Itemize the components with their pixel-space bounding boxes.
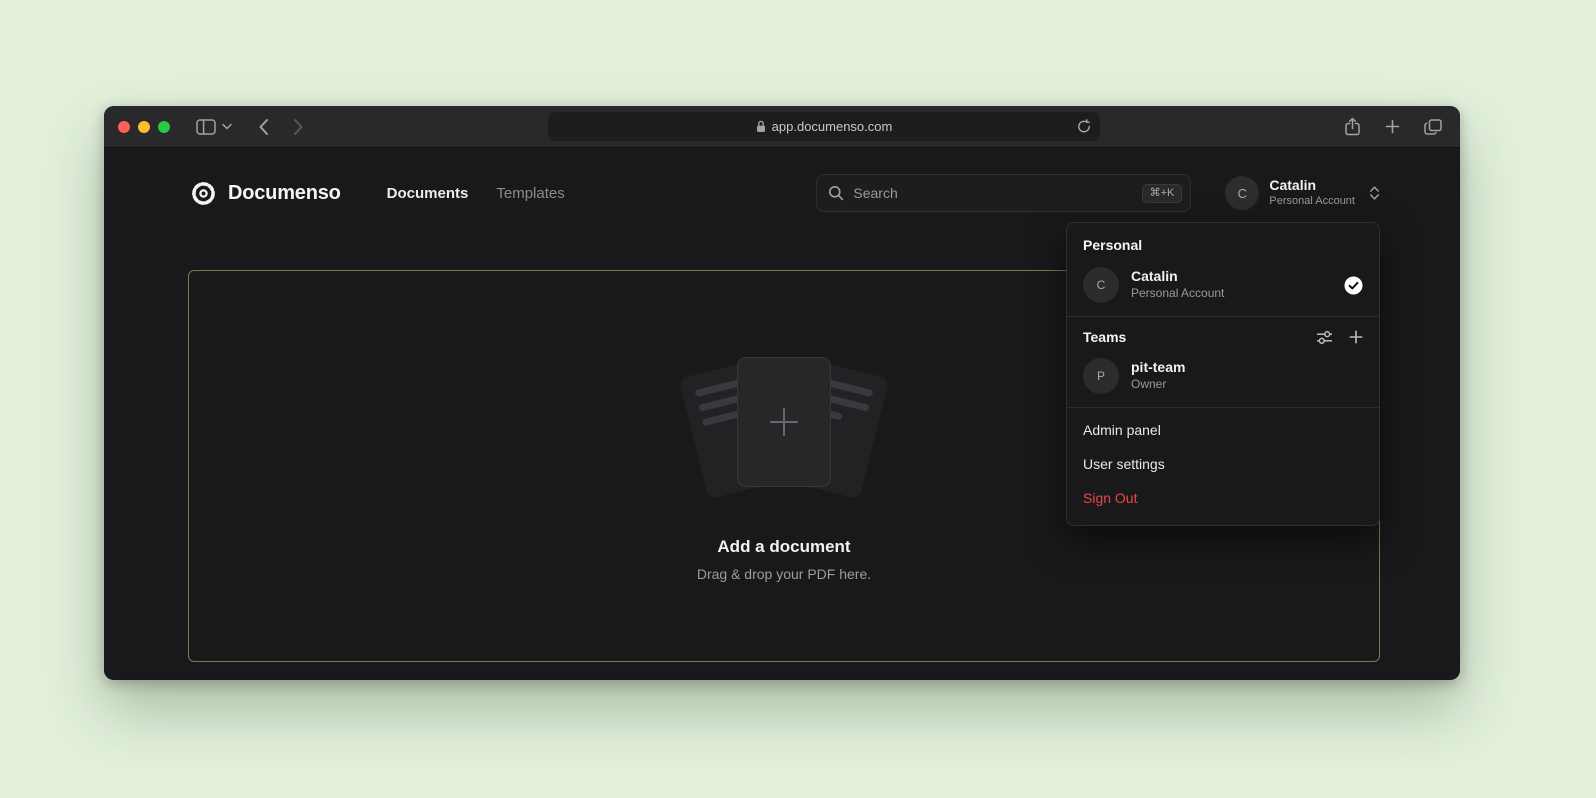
- menu-item-sign-out[interactable]: Sign Out: [1067, 481, 1379, 515]
- browser-window: app.documenso.com: [104, 106, 1460, 680]
- manage-teams-button[interactable]: [1316, 330, 1333, 345]
- teams-section-header: Teams: [1067, 317, 1379, 353]
- traffic-lights: [118, 121, 170, 133]
- create-team-button[interactable]: [1349, 330, 1363, 344]
- main-nav: Documents Templates: [387, 185, 565, 202]
- forward-button[interactable]: [293, 118, 304, 136]
- chevron-up-down-icon: [1369, 185, 1380, 201]
- team-role: Owner: [1131, 377, 1185, 393]
- selected-check-icon: [1344, 276, 1363, 295]
- plus-icon: [767, 405, 801, 439]
- account-type: Personal Account: [1131, 286, 1224, 302]
- tab-overview-button[interactable]: [1424, 119, 1442, 135]
- browser-toolbar: app.documenso.com: [104, 106, 1460, 148]
- account-type: Personal Account: [1269, 194, 1355, 208]
- search-icon: [828, 185, 844, 201]
- lock-icon: [756, 120, 766, 133]
- brand-logo[interactable]: Documenso: [190, 180, 341, 207]
- brand-name: Documenso: [228, 182, 341, 205]
- url-text: app.documenso.com: [772, 119, 893, 134]
- dropzone-title: Add a document: [717, 537, 850, 557]
- team-avatar: P: [1083, 358, 1119, 394]
- account-name: Catalin: [1131, 268, 1224, 286]
- teams-section-label: Teams: [1083, 329, 1126, 345]
- account-dropdown-menu: Personal C Catalin Personal Account Team…: [1066, 222, 1380, 526]
- team-name: pit-team: [1131, 359, 1185, 377]
- sidebar-chevron-down-icon[interactable]: [222, 123, 232, 130]
- sidebar-toggle-button[interactable]: [196, 119, 216, 135]
- personal-section-label: Personal: [1067, 223, 1379, 262]
- personal-account-item[interactable]: C Catalin Personal Account: [1067, 262, 1379, 316]
- menu-item-admin-panel[interactable]: Admin panel: [1067, 413, 1379, 447]
- address-bar[interactable]: app.documenso.com: [548, 112, 1100, 141]
- nav-documents[interactable]: Documents: [387, 185, 469, 202]
- dropzone-subtitle: Drag & drop your PDF here.: [697, 566, 871, 582]
- documenso-logo-icon: [190, 180, 217, 207]
- back-button[interactable]: [258, 118, 269, 136]
- close-window-button[interactable]: [118, 121, 130, 133]
- nav-templates[interactable]: Templates: [496, 185, 564, 202]
- menu-item-user-settings[interactable]: User settings: [1067, 447, 1379, 481]
- team-item[interactable]: P pit-team Owner: [1067, 353, 1379, 407]
- account-menu-button[interactable]: C Catalin Personal Account: [1225, 176, 1380, 210]
- search-shortcut-badge: ⌘+K: [1142, 184, 1183, 203]
- share-button[interactable]: [1344, 117, 1361, 136]
- minimize-window-button[interactable]: [138, 121, 150, 133]
- document-card-center: [737, 357, 831, 487]
- avatar: C: [1225, 176, 1259, 210]
- document-stack-illustration: [676, 351, 892, 503]
- search-bar[interactable]: ⌘+K: [816, 174, 1191, 212]
- refresh-button[interactable]: [1077, 119, 1091, 134]
- documenso-app: Documenso Documents Templates ⌘+K C Cata…: [104, 148, 1460, 679]
- zoom-window-button[interactable]: [158, 121, 170, 133]
- account-name: Catalin: [1269, 177, 1355, 194]
- avatar: C: [1083, 267, 1119, 303]
- search-input[interactable]: [853, 185, 1132, 201]
- new-tab-button[interactable]: [1385, 119, 1400, 134]
